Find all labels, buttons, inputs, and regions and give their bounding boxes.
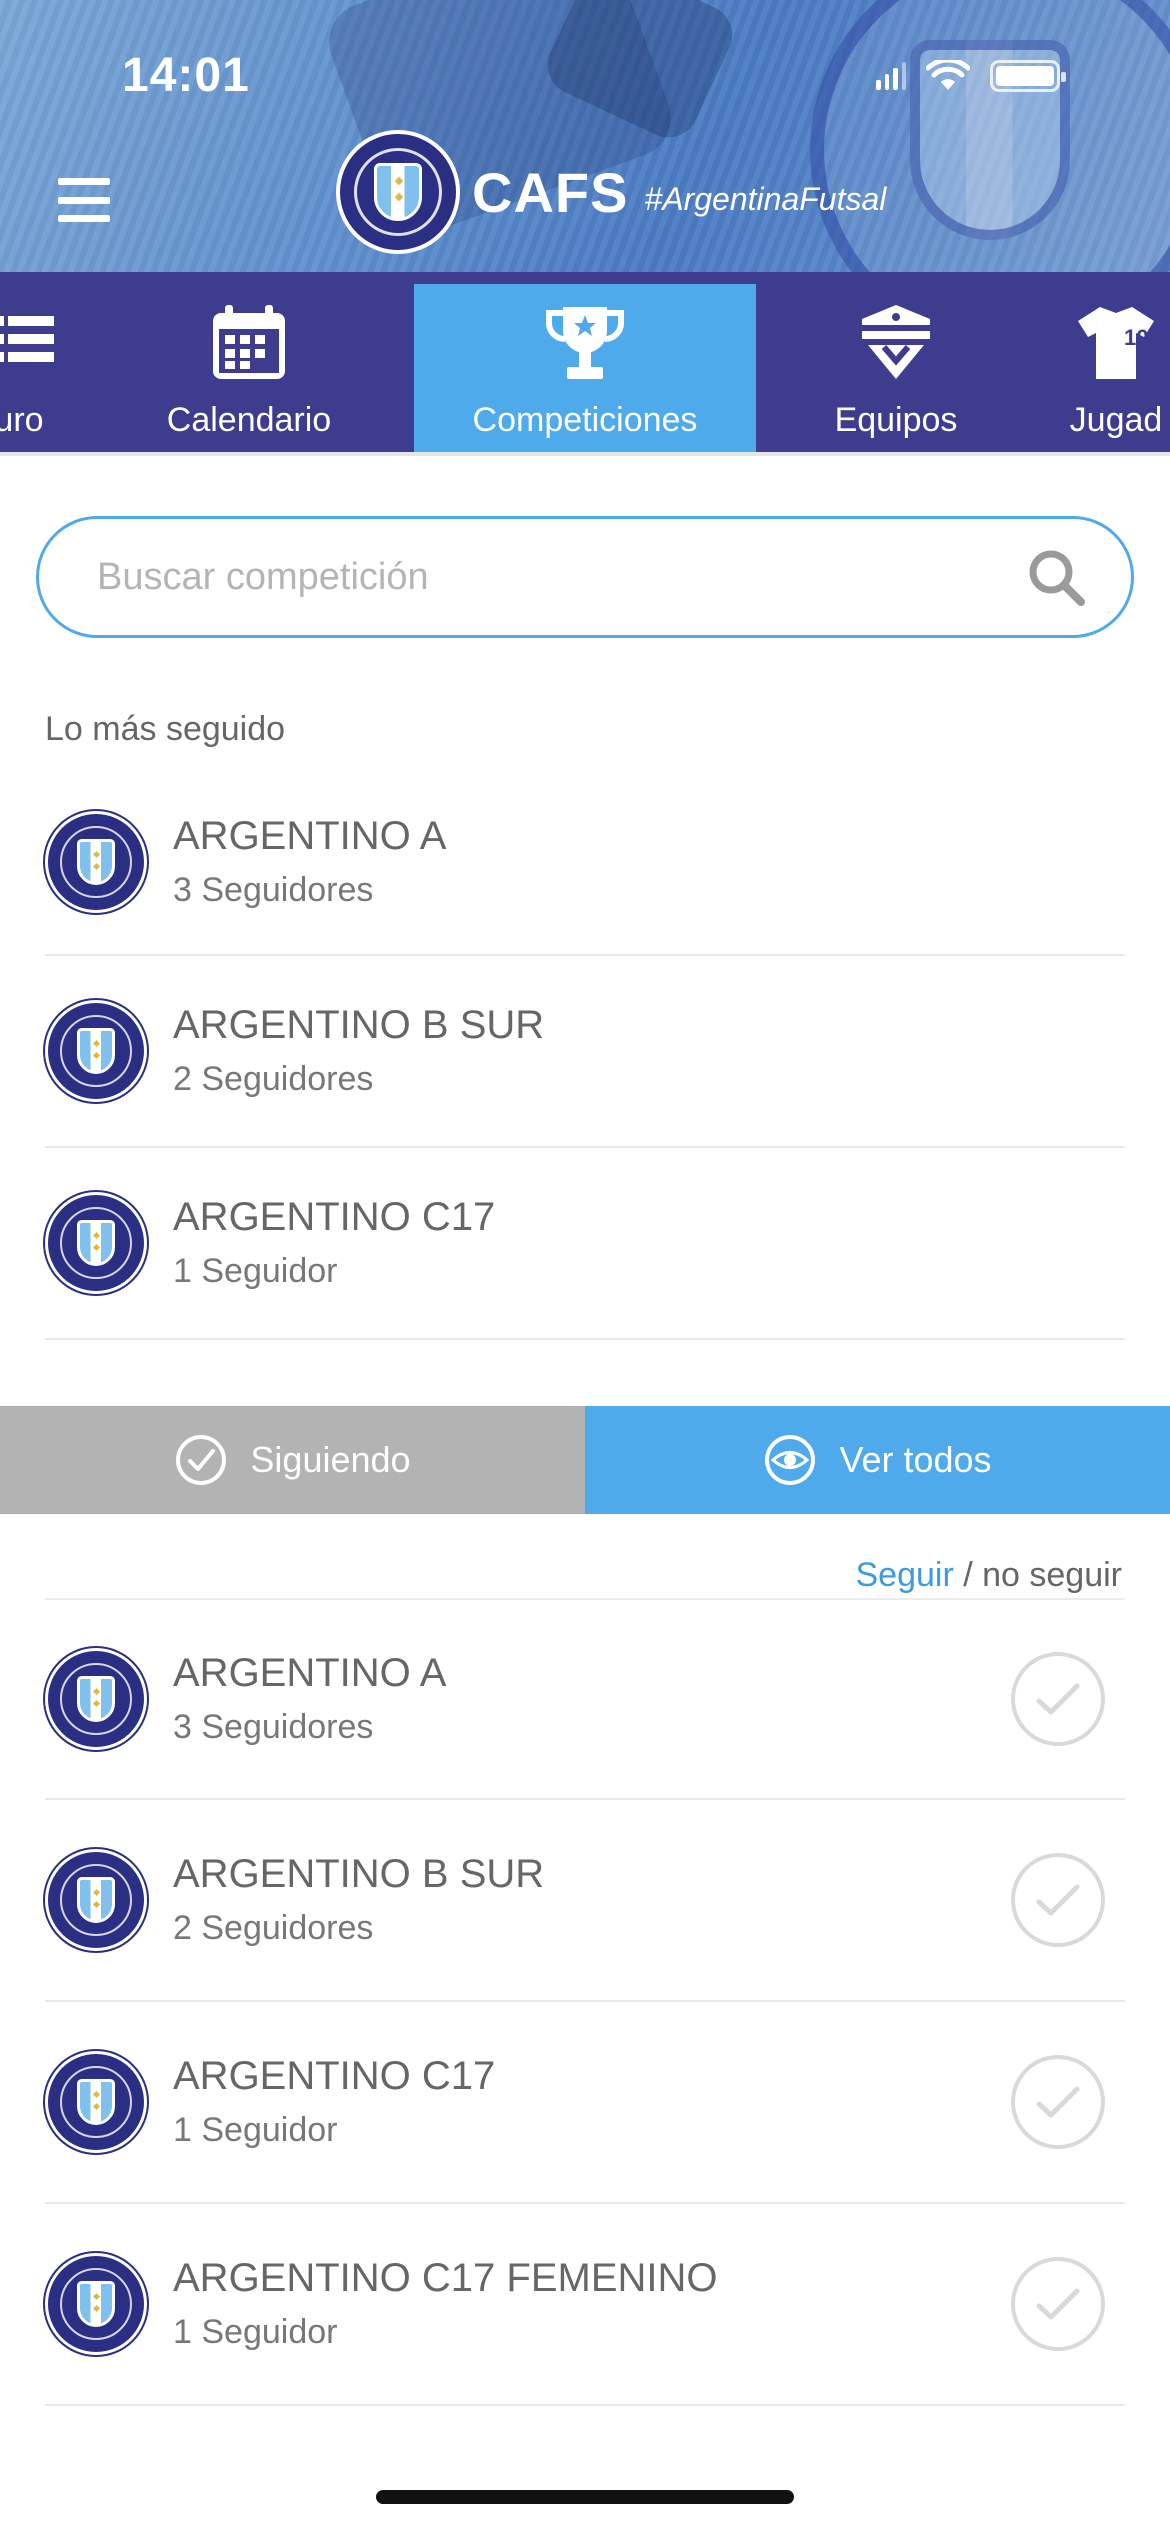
eye-icon xyxy=(765,1435,816,1485)
follower-count: 1 Seguidor xyxy=(173,2313,338,2351)
jersey-number: 10 xyxy=(1124,325,1148,350)
follower-count: 1 Seguidor xyxy=(173,1252,338,1290)
competition-name: ARGENTINO A xyxy=(173,814,447,858)
checkmark-icon xyxy=(1036,1884,1080,1916)
signal-icon xyxy=(876,62,906,90)
team-shield-icon xyxy=(854,301,938,385)
competition-name: ARGENTINO B SUR xyxy=(173,1852,545,1896)
follow-toggle-button[interactable] xyxy=(1011,1853,1105,1947)
search-bar[interactable] xyxy=(36,516,1134,638)
competition-logo xyxy=(45,1849,147,1951)
follow-hint-follow: Seguir xyxy=(855,1556,954,1594)
home-indicator[interactable] xyxy=(376,2490,794,2504)
competition-name: ARGENTINO B SUR xyxy=(173,1003,545,1047)
list-item[interactable]: ARGENTINO C17 FEMENINO 1 Seguidor xyxy=(45,2204,1125,2406)
checkmark-icon xyxy=(1036,2288,1080,2320)
check-circle-icon xyxy=(176,1435,227,1485)
follow-hint-unfollow: / no seguir xyxy=(953,1556,1122,1594)
list-item[interactable]: ARGENTINO A 3 Seguidores xyxy=(45,1600,1125,1800)
nav-item-futuro[interactable]: uro xyxy=(0,284,80,454)
wifi-icon xyxy=(926,60,970,90)
status-icons xyxy=(876,60,1066,92)
app-header: 14:01 CAFS #ArgentinaFutsal xyxy=(0,0,1170,272)
competition-logo xyxy=(45,1648,147,1750)
competition-name: ARGENTINO C17 xyxy=(173,2054,496,2098)
competition-logo xyxy=(45,2253,147,2355)
competition-name: ARGENTINO C17 FEMENINO xyxy=(173,2256,718,2300)
follow-toggle-button[interactable] xyxy=(1011,1652,1105,1746)
follower-count: 3 Seguidores xyxy=(173,871,374,909)
nav-item-competiciones[interactable]: Competiciones xyxy=(414,284,756,454)
list-item[interactable]: ARGENTINO B SUR 2 Seguidores xyxy=(45,1800,1125,2002)
cafs-logo xyxy=(336,130,460,254)
jersey-icon: 10 xyxy=(1074,301,1158,385)
follower-count: 2 Seguidores xyxy=(173,1909,374,1947)
following-label: Siguiendo xyxy=(250,1439,411,1480)
nav-label: uro xyxy=(0,401,44,439)
follow-toggle-button[interactable] xyxy=(1011,2055,1105,2149)
divider xyxy=(0,452,1170,456)
follower-count: 2 Seguidores xyxy=(173,1060,374,1098)
nav-item-calendario[interactable]: Calendario xyxy=(78,284,420,454)
nav-item-jugadores[interactable]: 10 Jugad xyxy=(1060,284,1170,454)
section-title-most-followed: Lo más seguido xyxy=(45,710,286,748)
view-all-tab[interactable]: Ver todos xyxy=(585,1406,1170,1514)
brand: CAFS #ArgentinaFutsal xyxy=(336,130,886,254)
nav-label: Calendario xyxy=(166,401,332,439)
following-tab[interactable]: Siguiendo xyxy=(0,1406,585,1514)
nav-label: Competiciones xyxy=(472,401,698,439)
calendar-icon xyxy=(207,301,291,385)
nav-label: Jugad xyxy=(1069,401,1163,439)
follower-count: 1 Seguidor xyxy=(173,2111,338,2149)
list-filter-toggle: Siguiendo Ver todos xyxy=(0,1406,1170,1514)
section-nav: uro Calendario Competiciones Equipos 10 … xyxy=(0,272,1170,454)
trophy-icon xyxy=(543,301,627,385)
brand-name: CAFS xyxy=(472,160,629,224)
list-item[interactable]: ARGENTINO C17 1 Seguidor xyxy=(45,2002,1125,2204)
competition-name: ARGENTINO C17 xyxy=(173,1195,496,1239)
list-item[interactable]: ARGENTINO B SUR 2 Seguidores xyxy=(45,956,1125,1148)
view-all-label: Ver todos xyxy=(839,1439,992,1480)
list-item[interactable]: ARGENTINO A 3 Seguidores xyxy=(45,770,1125,956)
brand-hashtag: #ArgentinaFutsal xyxy=(644,180,887,217)
competition-logo xyxy=(45,2051,147,2153)
follow-hint: Seguir / no seguir xyxy=(856,1556,1123,1595)
checkmark-icon xyxy=(1036,2086,1080,2118)
search-input[interactable] xyxy=(97,555,1025,599)
competition-logo xyxy=(45,811,147,913)
nav-label: Equipos xyxy=(834,401,958,439)
competition-logo xyxy=(45,1192,147,1294)
status-time: 14:01 xyxy=(122,49,250,102)
competition-logo xyxy=(45,1000,147,1102)
battery-icon xyxy=(990,60,1066,92)
follower-count: 3 Seguidores xyxy=(173,1708,374,1746)
follow-toggle-button[interactable] xyxy=(1011,2257,1105,2351)
bars-icon xyxy=(0,301,61,385)
checkmark-icon xyxy=(1036,1683,1080,1715)
search-icon[interactable] xyxy=(1025,546,1087,608)
hamburger-menu-icon[interactable] xyxy=(58,178,110,222)
list-item[interactable]: ARGENTINO C17 1 Seguidor xyxy=(45,1148,1125,1340)
competition-name: ARGENTINO A xyxy=(173,1651,447,1695)
nav-item-equipos[interactable]: Equipos xyxy=(725,284,1067,454)
